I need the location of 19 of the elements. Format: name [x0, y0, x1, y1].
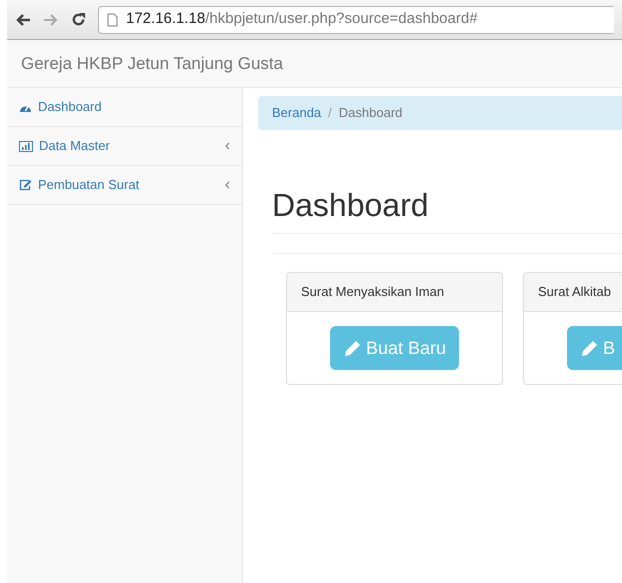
page-icon — [107, 12, 118, 26]
card-title: Surat Alkitab — [538, 283, 611, 302]
reload-icon[interactable] — [71, 12, 86, 27]
edit-icon — [19, 179, 32, 191]
card-title: Surat Menyaksikan Iman — [301, 283, 444, 302]
breadcrumb-link[interactable]: Beranda — [272, 103, 322, 123]
bar-chart-icon — [19, 140, 33, 152]
breadcrumb-separator: / — [327, 104, 333, 122]
brand-title[interactable]: Gereja HKBP Jetun Tanjung Gusta — [21, 50, 284, 76]
address-bar[interactable]: 172.16.1.18/hkbpjetun/user.php?source=dashboard# — [98, 6, 614, 34]
pencil-icon — [581, 340, 598, 356]
pencil-icon — [344, 340, 361, 356]
page-heading: Dashboard — [272, 186, 429, 225]
back-icon[interactable] — [15, 12, 31, 26]
url-text: 172.16.1.18/hkbpjetun/user.php?source=dashboard# — [126, 9, 478, 30]
breadcrumb-current: Dashboard — [338, 104, 402, 122]
sidebar-item[interactable]: Dashboard — [7, 88, 242, 127]
sidebar-item[interactable]: Data Master — [7, 127, 242, 166]
sidebar-item[interactable]: Pembuatan Surat — [7, 166, 242, 205]
